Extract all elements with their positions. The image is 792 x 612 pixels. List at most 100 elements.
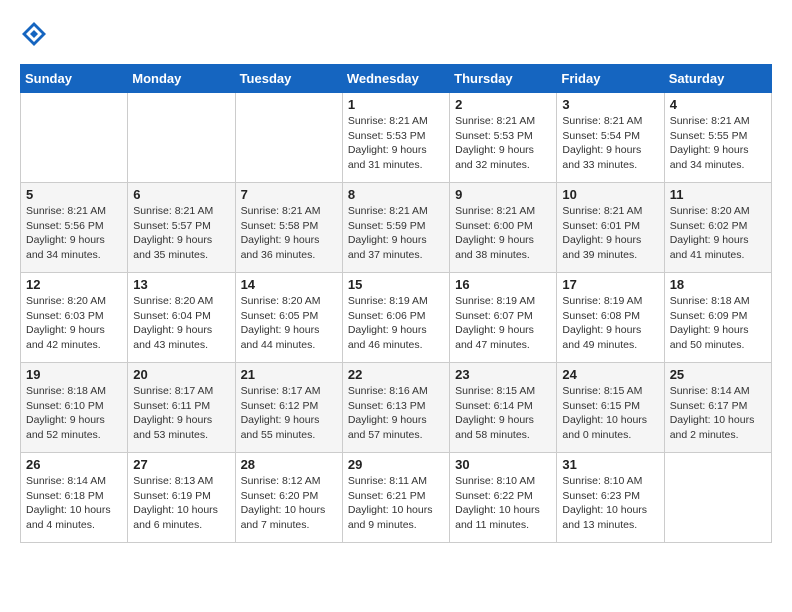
calendar-cell: 27 Sunrise: 8:13 AM Sunset: 6:19 PM Dayli… [128,453,235,543]
day-number: 26 [26,457,122,472]
day-info: Sunrise: 8:12 AM Sunset: 6:20 PM Dayligh… [241,474,337,533]
weekday-header-tuesday: Tuesday [235,65,342,93]
day-info: Sunrise: 8:21 AM Sunset: 5:53 PM Dayligh… [455,114,551,173]
calendar-cell: 1 Sunrise: 8:21 AM Sunset: 5:53 PM Daylig… [342,93,449,183]
calendar-cell: 8 Sunrise: 8:21 AM Sunset: 5:59 PM Daylig… [342,183,449,273]
day-info: Sunrise: 8:18 AM Sunset: 6:09 PM Dayligh… [670,294,766,353]
calendar-cell [664,453,771,543]
day-number: 25 [670,367,766,382]
weekday-header-thursday: Thursday [450,65,557,93]
page-header [20,20,772,48]
day-number: 6 [133,187,229,202]
calendar-cell: 26Sunrise: 8:14 AM Sunset: 6:18 PM Dayli… [21,453,128,543]
day-number: 23 [455,367,551,382]
calendar-cell: 4 Sunrise: 8:21 AM Sunset: 5:55 PM Daylig… [664,93,771,183]
weekday-header-friday: Friday [557,65,664,93]
day-number: 28 [241,457,337,472]
day-info: Sunrise: 8:15 AM Sunset: 6:14 PM Dayligh… [455,384,551,443]
day-info: Sunrise: 8:21 AM Sunset: 5:57 PM Dayligh… [133,204,229,263]
calendar-cell: 3 Sunrise: 8:21 AM Sunset: 5:54 PM Daylig… [557,93,664,183]
day-number: 31 [562,457,658,472]
calendar-cell: 29 Sunrise: 8:11 AM Sunset: 6:21 PM Dayli… [342,453,449,543]
calendar-table: SundayMondayTuesdayWednesdayThursdayFrid… [20,64,772,543]
day-number: 3 [562,97,658,112]
calendar-week-row: 12 Sunrise: 8:20 AM Sunset: 6:03 PM Dayli… [21,273,772,363]
calendar-cell [128,93,235,183]
day-info: Sunrise: 8:14 AM Sunset: 6:17 PM Dayligh… [670,384,766,443]
calendar-week-row: 5Sunrise: 8:21 AM Sunset: 5:56 PM Daylig… [21,183,772,273]
day-info: Sunrise: 8:19 AM Sunset: 6:07 PM Dayligh… [455,294,551,353]
calendar-cell: 22 Sunrise: 8:16 AM Sunset: 6:13 PM Dayli… [342,363,449,453]
day-info: Sunrise: 8:20 AM Sunset: 6:05 PM Dayligh… [241,294,337,353]
day-info: Sunrise: 8:19 AM Sunset: 6:08 PM Dayligh… [562,294,658,353]
calendar-cell: 30 Sunrise: 8:10 AM Sunset: 6:22 PM Dayli… [450,453,557,543]
day-number: 8 [348,187,444,202]
day-number: 24 [562,367,658,382]
day-number: 9 [455,187,551,202]
day-number: 16 [455,277,551,292]
weekday-header-monday: Monday [128,65,235,93]
calendar-cell: 6 Sunrise: 8:21 AM Sunset: 5:57 PM Daylig… [128,183,235,273]
calendar-cell: 23 Sunrise: 8:15 AM Sunset: 6:14 PM Dayli… [450,363,557,453]
day-number: 5 [26,187,122,202]
day-info: Sunrise: 8:10 AM Sunset: 6:22 PM Dayligh… [455,474,551,533]
day-info: Sunrise: 8:20 AM Sunset: 6:03 PM Dayligh… [26,294,122,353]
day-number: 11 [670,187,766,202]
day-number: 22 [348,367,444,382]
day-info: Sunrise: 8:17 AM Sunset: 6:12 PM Dayligh… [241,384,337,443]
day-info: Sunrise: 8:10 AM Sunset: 6:23 PM Dayligh… [562,474,658,533]
calendar-cell: 20Sunrise: 8:17 AM Sunset: 6:11 PM Dayli… [128,363,235,453]
calendar-cell: 12 Sunrise: 8:20 AM Sunset: 6:03 PM Dayli… [21,273,128,363]
calendar-cell: 13 Sunrise: 8:20 AM Sunset: 6:04 PM Dayli… [128,273,235,363]
day-number: 17 [562,277,658,292]
day-number: 30 [455,457,551,472]
calendar-week-row: 26Sunrise: 8:14 AM Sunset: 6:18 PM Dayli… [21,453,772,543]
day-number: 13 [133,277,229,292]
calendar-cell: 11 Sunrise: 8:20 AM Sunset: 6:02 PM Dayli… [664,183,771,273]
weekday-header-saturday: Saturday [664,65,771,93]
day-number: 27 [133,457,229,472]
day-number: 12 [26,277,122,292]
day-number: 15 [348,277,444,292]
calendar-header: SundayMondayTuesdayWednesdayThursdayFrid… [21,65,772,93]
calendar-cell: 15 Sunrise: 8:19 AM Sunset: 6:06 PM Dayli… [342,273,449,363]
calendar-cell: 10 Sunrise: 8:21 AM Sunset: 6:01 PM Dayli… [557,183,664,273]
day-info: Sunrise: 8:20 AM Sunset: 6:02 PM Dayligh… [670,204,766,263]
day-number: 10 [562,187,658,202]
day-info: Sunrise: 8:21 AM Sunset: 5:53 PM Dayligh… [348,114,444,173]
weekday-header-wednesday: Wednesday [342,65,449,93]
day-info: Sunrise: 8:21 AM Sunset: 6:01 PM Dayligh… [562,204,658,263]
day-info: Sunrise: 8:11 AM Sunset: 6:21 PM Dayligh… [348,474,444,533]
day-info: Sunrise: 8:19 AM Sunset: 6:06 PM Dayligh… [348,294,444,353]
day-number: 19 [26,367,122,382]
day-info: Sunrise: 8:16 AM Sunset: 6:13 PM Dayligh… [348,384,444,443]
calendar-cell: 9Sunrise: 8:21 AM Sunset: 6:00 PM Daylig… [450,183,557,273]
day-number: 14 [241,277,337,292]
calendar-cell: 5Sunrise: 8:21 AM Sunset: 5:56 PM Daylig… [21,183,128,273]
day-info: Sunrise: 8:21 AM Sunset: 5:59 PM Dayligh… [348,204,444,263]
day-info: Sunrise: 8:20 AM Sunset: 6:04 PM Dayligh… [133,294,229,353]
day-number: 4 [670,97,766,112]
calendar-cell: 17 Sunrise: 8:19 AM Sunset: 6:08 PM Dayli… [557,273,664,363]
day-number: 2 [455,97,551,112]
day-info: Sunrise: 8:21 AM Sunset: 5:58 PM Dayligh… [241,204,337,263]
day-info: Sunrise: 8:21 AM Sunset: 5:55 PM Dayligh… [670,114,766,173]
calendar-cell: 16 Sunrise: 8:19 AM Sunset: 6:07 PM Dayli… [450,273,557,363]
calendar-cell: 7 Sunrise: 8:21 AM Sunset: 5:58 PM Daylig… [235,183,342,273]
calendar-cell: 25 Sunrise: 8:14 AM Sunset: 6:17 PM Dayli… [664,363,771,453]
day-number: 29 [348,457,444,472]
day-info: Sunrise: 8:21 AM Sunset: 5:54 PM Dayligh… [562,114,658,173]
calendar-cell: 31 Sunrise: 8:10 AM Sunset: 6:23 PM Dayli… [557,453,664,543]
day-info: Sunrise: 8:18 AM Sunset: 6:10 PM Dayligh… [26,384,122,443]
day-info: Sunrise: 8:17 AM Sunset: 6:11 PM Dayligh… [133,384,229,443]
day-number: 7 [241,187,337,202]
day-info: Sunrise: 8:13 AM Sunset: 6:19 PM Dayligh… [133,474,229,533]
calendar-body: 1 Sunrise: 8:21 AM Sunset: 5:53 PM Daylig… [21,93,772,543]
logo-icon [20,20,48,48]
calendar-cell: 2 Sunrise: 8:21 AM Sunset: 5:53 PM Daylig… [450,93,557,183]
day-number: 18 [670,277,766,292]
calendar-cell: 19 Sunrise: 8:18 AM Sunset: 6:10 PM Dayli… [21,363,128,453]
calendar-cell: 21Sunrise: 8:17 AM Sunset: 6:12 PM Dayli… [235,363,342,453]
calendar-cell [235,93,342,183]
day-number: 1 [348,97,444,112]
